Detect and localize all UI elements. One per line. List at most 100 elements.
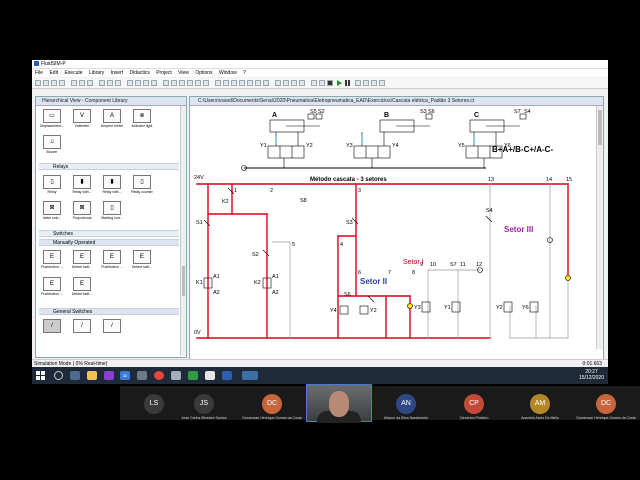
menu-file[interactable]: File: [35, 69, 43, 77]
settings-icon[interactable]: [319, 80, 325, 86]
library-item[interactable]: ⊠ Valve solo...: [39, 201, 65, 223]
switch-s4[interactable]: [367, 295, 375, 303]
window-titlebar[interactable]: FluidSIM-P: [32, 60, 608, 69]
library-item[interactable]: ▭ Displacement...: [39, 109, 65, 131]
library-item[interactable]: /: [39, 319, 65, 341]
menu-view[interactable]: View: [178, 69, 189, 77]
library-item[interactable]: ♫ Buzzer: [39, 135, 65, 157]
word-icon[interactable]: [222, 371, 232, 380]
rewind-icon[interactable]: [355, 80, 361, 86]
settings-icon[interactable]: [291, 80, 297, 86]
new-icon[interactable]: [35, 80, 41, 86]
library-item[interactable]: ▯ Relay: [39, 175, 65, 197]
task-view-icon[interactable]: [70, 371, 80, 380]
circuit-path[interactable]: C:\Users\vsavd\Documents\Senai\2020\Pneu…: [190, 97, 603, 106]
app-icon[interactable]: [188, 371, 198, 380]
library-scrollbar[interactable]: [180, 106, 186, 356]
menu-project[interactable]: Project: [156, 69, 172, 77]
settings-icon[interactable]: [215, 80, 221, 86]
align-icon[interactable]: [115, 80, 121, 86]
solenoid-y4[interactable]: [339, 305, 349, 315]
library-item[interactable]: E Detent swit...: [129, 250, 155, 272]
copy-icon[interactable]: [79, 80, 85, 86]
fluidsim-taskbar-icon[interactable]: [242, 371, 258, 380]
circuit-scrollbar[interactable]: [596, 106, 603, 349]
grid-icon[interactable]: [171, 80, 177, 86]
app-icon[interactable]: [171, 371, 181, 380]
settings-icon[interactable]: [223, 80, 229, 86]
circuit-scroll-thumb[interactable]: [598, 110, 602, 145]
section-general-switches[interactable]: General Switches: [39, 308, 179, 315]
menu-help[interactable]: ?: [243, 69, 246, 77]
section-switches[interactable]: Switches: [39, 230, 179, 237]
settings-icon[interactable]: [283, 80, 289, 86]
switch-s3[interactable]: [351, 217, 359, 225]
zoom-icon[interactable]: [127, 80, 133, 86]
library-scroll-thumb[interactable]: [182, 266, 185, 296]
switch-s1[interactable]: [203, 219, 211, 227]
settings-icon[interactable]: [275, 80, 281, 86]
library-item[interactable]: ▮ Relay with...: [99, 175, 125, 197]
participant-tile[interactable]: AM Anacleto Alves De Mello: [506, 386, 574, 420]
app-icon[interactable]: [104, 371, 114, 380]
zoom-icon[interactable]: [135, 80, 141, 86]
menu-insert[interactable]: Insert: [111, 69, 124, 77]
library-item[interactable]: /: [99, 319, 125, 341]
align-icon[interactable]: [107, 80, 113, 86]
windows-start-icon[interactable]: [36, 371, 45, 380]
solenoid-y1[interactable]: [451, 301, 461, 313]
clock[interactable]: 20:27 15/12/2020: [579, 369, 604, 381]
menu-options[interactable]: Options: [195, 69, 212, 77]
menu-execute[interactable]: Execute: [64, 69, 82, 77]
menu-window[interactable]: Window: [219, 69, 237, 77]
section-relays[interactable]: Relays: [39, 163, 179, 170]
settings-icon[interactable]: [263, 80, 269, 86]
fast-forward-icon[interactable]: [379, 80, 385, 86]
participant-tile[interactable]: AN Alisson da Silva Nascimento: [372, 386, 440, 420]
save-icon[interactable]: [51, 80, 57, 86]
library-item[interactable]: ▮ Relay with...: [69, 175, 95, 197]
align-icon[interactable]: [99, 80, 105, 86]
participant-video[interactable]: [306, 384, 372, 423]
library-item[interactable]: ⊠ Proportional: [69, 201, 95, 223]
cut-icon[interactable]: [71, 80, 77, 86]
settings-icon[interactable]: [299, 80, 305, 86]
settings-icon[interactable]: [231, 80, 237, 86]
library-item[interactable]: ⊗ Indicator light: [129, 109, 155, 131]
check-icon[interactable]: [195, 80, 201, 86]
check-icon[interactable]: [179, 80, 185, 86]
library-title[interactable]: Hierarchical View - Component Library: [36, 97, 186, 106]
participant-tile[interactable]: DC Domenvan Henrique Gomes da Costa: [572, 386, 640, 420]
file-explorer-icon[interactable]: [87, 371, 97, 380]
library-item[interactable]: E Detent swit...: [69, 277, 95, 299]
pause-icon[interactable]: [345, 80, 351, 86]
valve-a[interactable]: [267, 145, 305, 159]
participant-tile[interactable]: CP Cleverton Pinheiro: [440, 386, 508, 420]
library-item[interactable]: ▯ Starting curr...: [99, 201, 125, 223]
valve-b[interactable]: [353, 145, 391, 159]
section-manually-operated[interactable]: Manually Operated: [39, 239, 179, 246]
chrome-icon[interactable]: [154, 371, 164, 380]
library-item[interactable]: A Ampere meter: [99, 109, 125, 131]
participant-tile[interactable]: JS Jean Carlos Silvestre Santos: [170, 386, 238, 420]
participant-tile[interactable]: DC Domenvan Henrique Gomes da Costa: [238, 386, 306, 420]
app-badge-icon[interactable]: 32: [120, 371, 130, 380]
library-item[interactable]: E Detent swit...: [69, 250, 95, 272]
zoom-icon[interactable]: [151, 80, 157, 86]
settings-icon[interactable]: [239, 80, 245, 86]
settings-icon[interactable]: [255, 80, 261, 86]
solenoid-y3[interactable]: [421, 301, 431, 313]
menu-library[interactable]: Library: [89, 69, 104, 77]
stop-icon[interactable]: [327, 80, 333, 86]
library-item[interactable]: ▯ Relay counter: [129, 175, 155, 197]
settings-icon[interactable]: [247, 80, 253, 86]
library-item[interactable]: E Pushbutton ...: [99, 250, 125, 272]
search-icon[interactable]: [54, 371, 63, 380]
solenoid-y6[interactable]: [529, 301, 539, 313]
solenoid-y2b[interactable]: [503, 301, 513, 313]
circuit-diagram[interactable]: A B C B+A+/B-C+/A-C- Método cascata - 3 …: [190, 106, 595, 350]
step-forward-icon[interactable]: [371, 80, 377, 86]
app-icon[interactable]: [137, 371, 147, 380]
library-item[interactable]: E Pushbutton ...: [39, 250, 65, 272]
app-icon[interactable]: [205, 371, 215, 380]
